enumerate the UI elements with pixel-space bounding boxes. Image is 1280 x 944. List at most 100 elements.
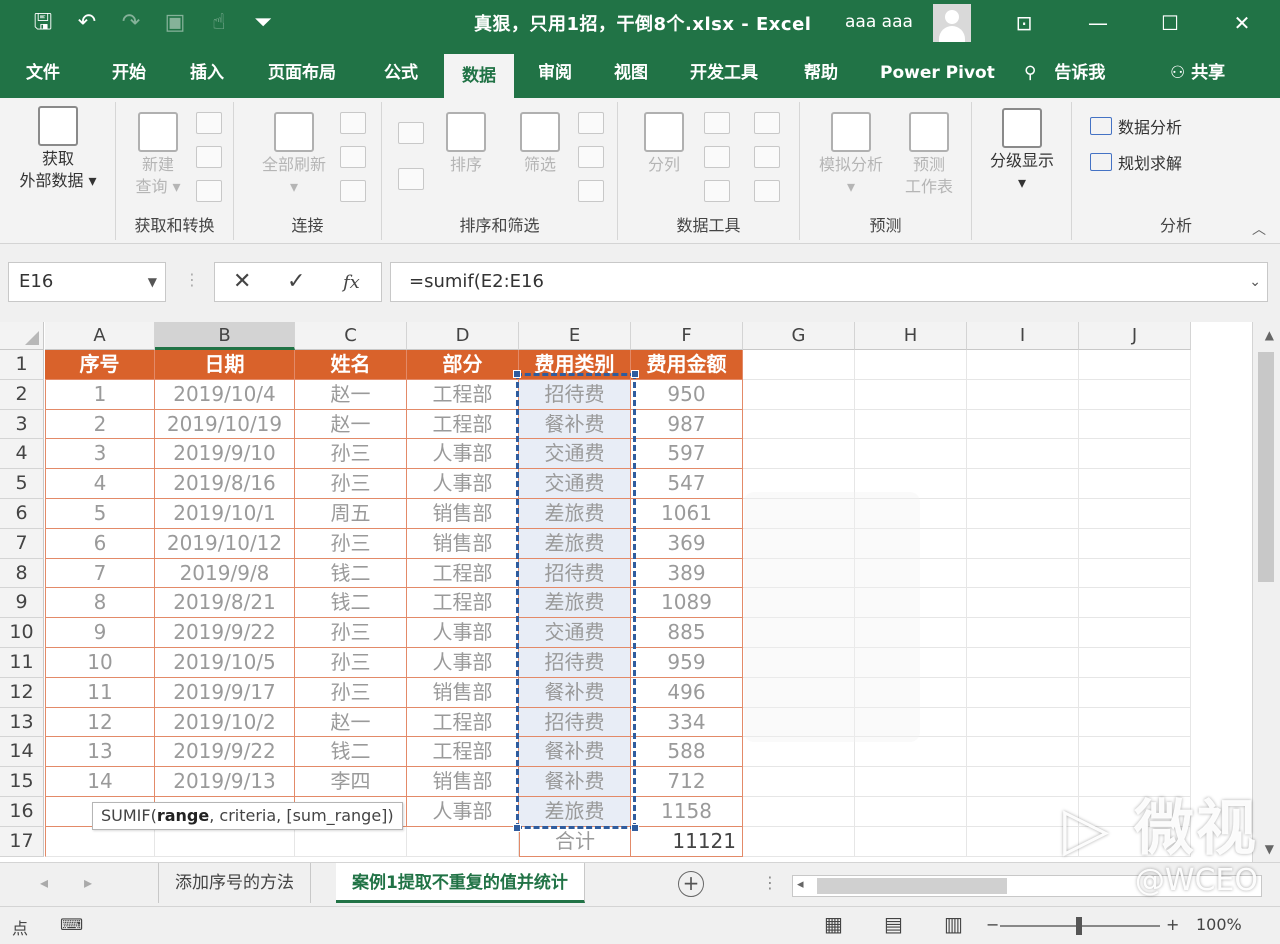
scroll-left-icon[interactable]: ◂ [797, 877, 804, 892]
row-header[interactable]: 16 [0, 797, 44, 827]
share-button[interactable]: ⚇ 共享 [1170, 48, 1225, 98]
empty-cell[interactable] [855, 767, 967, 797]
table-cell[interactable]: 餐补费 [519, 737, 631, 768]
table-cell[interactable]: 2019/8/16 [155, 469, 295, 499]
table-cell[interactable]: 987 [631, 409, 743, 440]
table-cell[interactable]: 餐补费 [519, 767, 631, 797]
table-cell[interactable]: 950 [631, 379, 743, 410]
table-cell[interactable]: 369 [631, 528, 743, 559]
empty-cell[interactable] [967, 737, 1079, 768]
page-layout-view-icon[interactable]: ▤ [884, 912, 903, 936]
relationships-icon[interactable] [754, 146, 780, 168]
table-cell[interactable]: 人事部 [407, 618, 519, 648]
row-header[interactable]: 14 [0, 737, 44, 768]
empty-cell[interactable] [1079, 499, 1191, 529]
formula-bar-splitter[interactable]: ⋮ [184, 270, 200, 289]
table-icon[interactable] [196, 112, 222, 134]
table-cell[interactable]: 周五 [295, 499, 407, 529]
row-header[interactable]: 8 [0, 558, 44, 589]
get-external-data-button[interactable]: 获取 外部数据 ▾ [8, 106, 108, 192]
table-cell[interactable]: 孙三 [295, 648, 407, 678]
customize-icon[interactable]: ⏷ [248, 8, 278, 38]
scroll-down-icon[interactable]: ▼ [1265, 842, 1274, 856]
row-header[interactable]: 9 [0, 588, 44, 619]
tell-me[interactable]: ⚲ 告诉我 [1024, 48, 1105, 98]
column-header-g[interactable]: G [743, 322, 855, 350]
row-header[interactable]: 12 [0, 677, 44, 708]
table-cell[interactable]: 差旅费 [519, 499, 631, 529]
row-header[interactable]: 11 [0, 648, 44, 678]
table-cell[interactable]: 2019/9/10 [155, 439, 295, 470]
maximize-icon[interactable]: ☐ [1150, 6, 1190, 40]
row-header[interactable]: 15 [0, 767, 44, 797]
empty-cell[interactable] [967, 439, 1079, 470]
table-cell[interactable]: 2019/10/2 [155, 707, 295, 738]
column-header-h[interactable]: H [855, 322, 967, 350]
table-cell[interactable]: 交通费 [519, 469, 631, 499]
table-cell[interactable]: 孙三 [295, 677, 407, 708]
empty-cell[interactable] [967, 648, 1079, 678]
grid-icon[interactable] [196, 146, 222, 168]
table-cell[interactable]: 钱二 [295, 558, 407, 589]
expand-formula-icon[interactable]: ⌄ [1249, 263, 1261, 301]
column-header-c[interactable]: C [295, 322, 407, 350]
table-cell[interactable]: 334 [631, 707, 743, 738]
empty-cell[interactable] [967, 499, 1079, 529]
sort-asc-icon[interactable] [398, 122, 424, 144]
table-cell[interactable]: 588 [631, 737, 743, 768]
total-value-cell[interactable]: 11121 [631, 826, 743, 857]
page-break-view-icon[interactable]: ▥ [944, 912, 963, 936]
table-header-cell[interactable]: 姓名 [295, 350, 407, 380]
table-cell[interactable]: 招待费 [519, 379, 631, 410]
empty-cell[interactable] [1079, 469, 1191, 499]
redo-icon[interactable]: ↷ [116, 8, 146, 38]
table-cell[interactable]: 4 [45, 469, 155, 499]
empty-cell[interactable] [1079, 439, 1191, 470]
empty-cell[interactable] [967, 409, 1079, 440]
empty-cell[interactable] [743, 439, 855, 470]
table-cell[interactable]: 2019/9/13 [155, 767, 295, 797]
column-header-b[interactable]: B [155, 322, 295, 350]
ribbon-display-icon[interactable]: ⊡ [1004, 6, 1044, 40]
insert-function-icon[interactable]: fx [343, 272, 360, 293]
empty-cell[interactable] [967, 618, 1079, 648]
empty-cell[interactable] [1079, 648, 1191, 678]
edit-links-icon[interactable] [340, 180, 366, 202]
data-validation-icon[interactable] [704, 180, 730, 202]
consolidate-icon[interactable] [754, 112, 780, 134]
table-cell[interactable]: 销售部 [407, 677, 519, 708]
table-cell[interactable]: 钱二 [295, 588, 407, 619]
column-header-j[interactable]: J [1079, 322, 1191, 350]
empty-cell[interactable] [967, 707, 1079, 738]
recent-sources-icon[interactable] [196, 180, 222, 202]
tab-help[interactable]: 帮助 [804, 48, 838, 98]
table-cell[interactable]: 2019/8/21 [155, 588, 295, 619]
manage-data-model-icon[interactable] [754, 180, 780, 202]
table-cell[interactable]: 2019/9/8 [155, 558, 295, 589]
table-cell[interactable]: 招待费 [519, 648, 631, 678]
tab-developer[interactable]: 开发工具 [690, 48, 758, 98]
empty-cell[interactable] [855, 439, 967, 470]
tab-insert[interactable]: 插入 [190, 48, 224, 98]
empty-cell[interactable] [743, 409, 855, 440]
table-cell[interactable]: 孙三 [295, 469, 407, 499]
empty-cell[interactable] [1079, 379, 1191, 410]
tab-review[interactable]: 审阅 [538, 48, 572, 98]
tab-formulas[interactable]: 公式 [384, 48, 418, 98]
empty-cell[interactable] [1079, 618, 1191, 648]
undo-icon[interactable]: ↶ [72, 8, 102, 38]
column-header-d[interactable]: D [407, 322, 519, 350]
sheet-tab-active[interactable]: 案例1提取不重复的值并统计 [336, 863, 585, 903]
text-to-columns-button[interactable]: 分列 [634, 112, 694, 176]
table-cell[interactable]: 1158 [631, 797, 743, 827]
total-label-cell[interactable]: 合计 [519, 826, 631, 857]
empty-cell[interactable] [407, 826, 519, 857]
table-cell[interactable]: 差旅费 [519, 528, 631, 559]
clear-filter-icon[interactable] [578, 112, 604, 134]
table-cell[interactable]: 13 [45, 737, 155, 768]
table-cell[interactable]: 2019/10/4 [155, 379, 295, 410]
table-cell[interactable]: 工程部 [407, 588, 519, 619]
touch-mode-icon[interactable]: ☝ [204, 8, 234, 38]
empty-cell[interactable] [967, 558, 1079, 589]
scroll-up-icon[interactable]: ▲ [1265, 328, 1274, 342]
